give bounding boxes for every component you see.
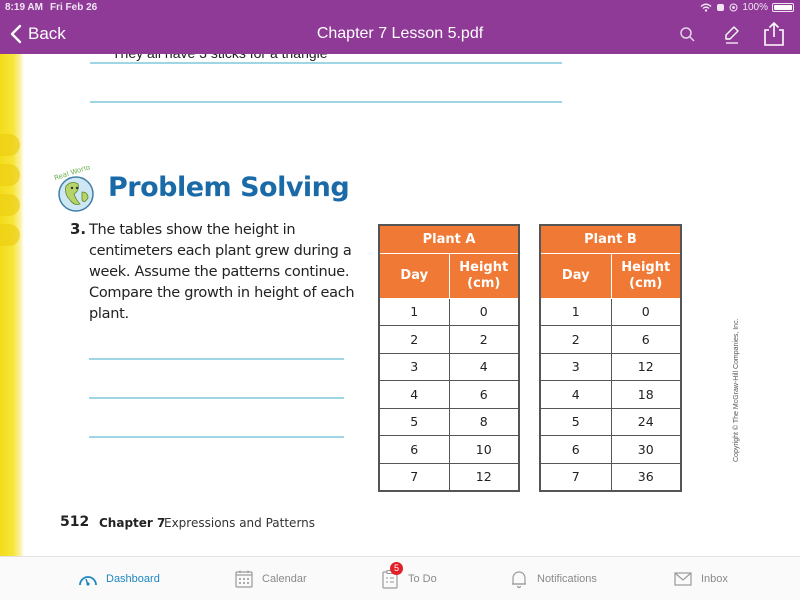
tab-calendar[interactable]: Calendar [234, 557, 307, 600]
table-row: 22 [378, 325, 520, 354]
battery-percent: 100% [742, 2, 768, 13]
height-cell: 6 [610, 325, 682, 354]
bottom-tab-bar: Dashboard Calendar 5 To Do Notifications… [0, 556, 800, 600]
page-margin-decoration [0, 54, 24, 556]
day-cell: 4 [378, 380, 450, 409]
bell-icon [512, 571, 526, 589]
table-title: Plant A [378, 224, 520, 254]
table-row: 34 [378, 352, 520, 381]
tab-dashboard[interactable]: Dashboard [78, 557, 160, 600]
day-cell: 5 [378, 407, 450, 436]
day-cell: 6 [378, 435, 450, 464]
answer-line [90, 62, 562, 64]
column-header-height: Height (cm) [610, 252, 682, 299]
tab-inbox[interactable]: Inbox [673, 557, 728, 600]
question-number: 3. [70, 220, 87, 238]
height-cell: 0 [448, 297, 520, 326]
day-cell: 7 [539, 462, 612, 492]
real-world-globe-icon: Real World [53, 166, 94, 212]
table-row: 26 [539, 325, 682, 354]
height-cell: 18 [610, 380, 682, 409]
day-cell: 2 [378, 325, 450, 354]
table-row: 6 30 [539, 435, 682, 464]
column-header-day: Day [539, 252, 612, 299]
alarm-icon [717, 4, 725, 11]
question-text: The tables show the height in centimeter… [89, 222, 355, 322]
answer-line [89, 397, 344, 399]
copyright-notice: Copyright © The McGraw-Hill Companies, I… [733, 318, 740, 462]
day-cell: 7 [378, 462, 450, 492]
table-row: 6 10 [378, 435, 520, 464]
table-row: 46 [378, 380, 520, 409]
wifi-icon [700, 3, 712, 12]
page-number: 512 [60, 514, 90, 530]
height-cell: 10 [448, 435, 520, 464]
table-row: 10 [378, 297, 520, 326]
status-date: Fri Feb 26 [50, 2, 98, 13]
table-body: 1 0 2 6 3 12 4 18 5 24 6 30 7 36 [539, 297, 682, 492]
tab-label: Calendar [262, 573, 307, 585]
day-cell: 4 [539, 380, 612, 409]
previous-answer-text: They all have 3 sticks for a triangle [112, 54, 328, 61]
todo-count-badge: 5 [390, 562, 403, 575]
footer-topic: Expressions and Patterns [164, 516, 316, 530]
answer-line [89, 436, 344, 438]
height-cell: 8 [448, 407, 520, 436]
tab-label: Dashboard [106, 573, 160, 585]
share-icon[interactable] [761, 20, 787, 48]
column-header-height: Height (cm) [448, 252, 520, 299]
status-indicators: 100% [700, 2, 794, 13]
pdf-page[interactable]: They all have 3 sticks for a triangle Re… [0, 54, 800, 556]
column-header-day: Day [378, 252, 450, 299]
day-cell: 2 [539, 325, 612, 354]
height-cell: 0 [610, 297, 682, 326]
table-row: 3 12 [539, 352, 682, 381]
day-cell: 3 [378, 352, 450, 381]
day-cell: 6 [539, 435, 612, 464]
dashboard-icon [79, 576, 97, 586]
day-cell: 3 [539, 352, 612, 381]
height-cell: 24 [610, 407, 682, 436]
day-cell: 5 [539, 407, 612, 436]
day-cell: 1 [378, 297, 450, 326]
battery-icon [772, 3, 794, 12]
plant-b-table: Plant B Day Height (cm) 1 0 2 6 3 12 4 18 5 24 6 30… [539, 224, 682, 492]
table-title: Plant B [539, 224, 682, 254]
table-row: 58 [378, 407, 520, 436]
tab-label: Notifications [537, 573, 597, 585]
tab-to-do[interactable]: 5 To Do [380, 557, 437, 600]
section-title: Problem Solving [108, 172, 350, 203]
inbox-icon [674, 572, 692, 586]
height-cell: 30 [610, 435, 682, 464]
footer-chapter: Chapter 7 [99, 516, 166, 530]
status-time: 8:19 AM [5, 2, 43, 13]
orientation-lock-icon [729, 3, 738, 12]
table-row: 4 18 [539, 380, 682, 409]
tab-label: To Do [408, 573, 437, 585]
height-cell: 12 [448, 462, 520, 492]
answer-line [90, 101, 562, 103]
table-row: 10 [539, 297, 682, 326]
height-cell: 6 [448, 380, 520, 409]
table-row: 7 12 [378, 462, 520, 492]
answer-line [89, 358, 344, 360]
table-body: 1 0 2 2 3 4 4 6 5 8 6 10 7 12 [378, 297, 520, 492]
height-cell: 2 [448, 325, 520, 354]
calendar-icon [235, 570, 253, 588]
table-row: 5 24 [539, 407, 682, 436]
tab-notifications[interactable]: Notifications [509, 557, 597, 600]
height-cell: 12 [610, 352, 682, 381]
plant-a-table: Plant A Day Height (cm) 1 0 2 2 3 4 4 6 5 8 6 10 7 12 [378, 224, 520, 492]
app-header: 8:19 AM Fri Feb 26 100% Back Chapter 7 L… [0, 0, 800, 54]
tab-label: Inbox [701, 573, 728, 585]
todo-icon: 5 [380, 562, 403, 589]
highlighter-icon[interactable] [719, 23, 743, 47]
height-cell: 4 [448, 352, 520, 381]
day-cell: 1 [539, 297, 612, 326]
table-row: 7 36 [539, 462, 682, 492]
height-cell: 36 [610, 462, 682, 492]
search-icon[interactable] [676, 23, 700, 47]
